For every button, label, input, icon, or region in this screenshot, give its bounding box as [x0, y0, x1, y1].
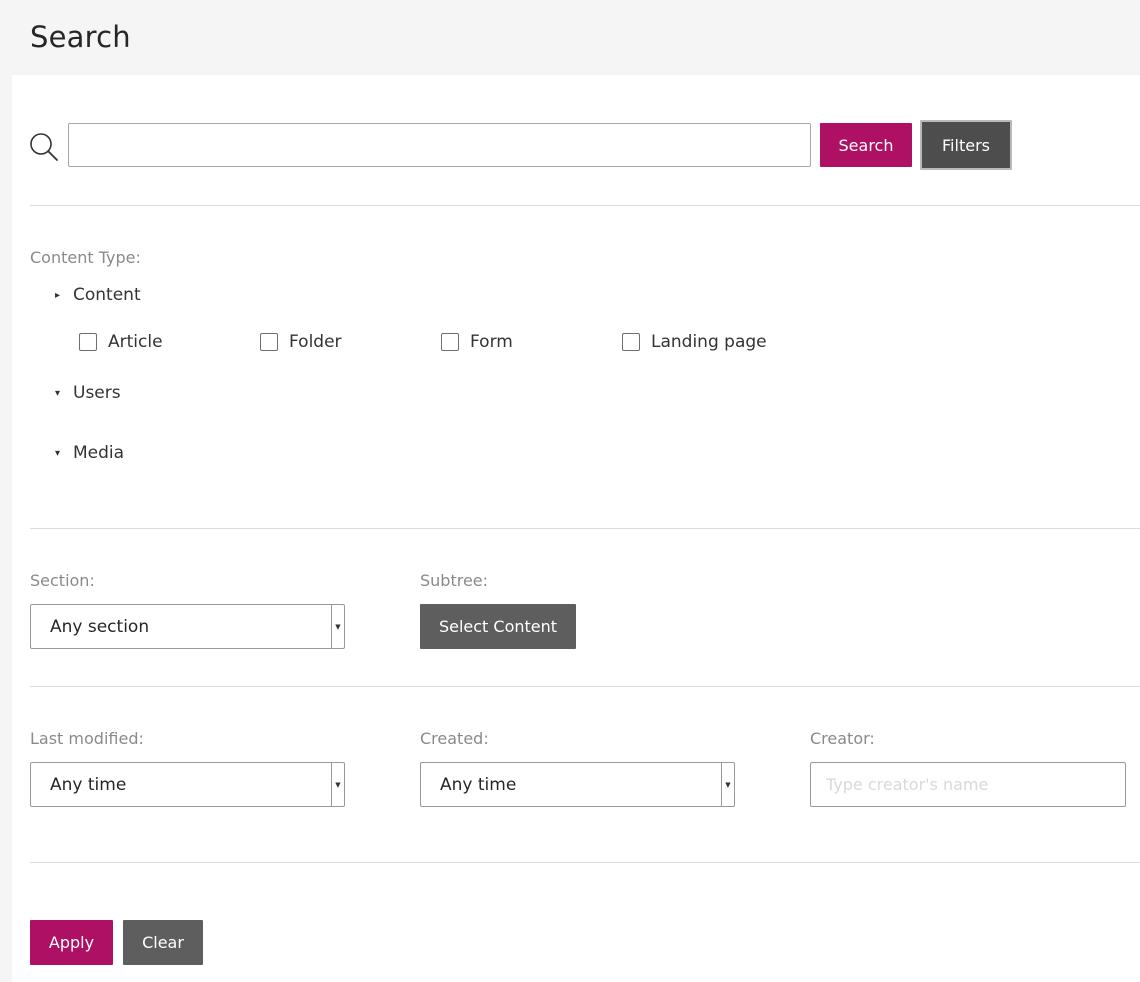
last-modified-select[interactable]: Any time ▼ [30, 762, 345, 807]
creator-input[interactable] [810, 762, 1126, 807]
checkbox-label: Landing page [651, 332, 767, 352]
search-input[interactable] [68, 123, 811, 167]
caret-down-icon[interactable]: ▼ [331, 763, 344, 806]
tree-item-label: Content [73, 285, 141, 305]
tree-item-label: Media [73, 443, 125, 463]
caret-down-icon[interactable]: ▼ [721, 763, 734, 806]
subtree-label: Subtree: [420, 571, 489, 590]
page-header: Search [0, 0, 1140, 75]
divider [30, 205, 1140, 206]
collapse-arrow-icon: ▾ [55, 447, 61, 459]
search-icon [29, 132, 59, 162]
section-select[interactable]: Any section ▼ [30, 604, 345, 649]
checkbox[interactable] [441, 333, 459, 351]
checkbox-label: Folder [289, 332, 342, 352]
caret-down-icon[interactable]: ▼ [331, 605, 344, 648]
tree-item-media[interactable]: ▾ Media [55, 443, 124, 463]
search-button[interactable]: Search [820, 123, 912, 167]
created-label: Created: [420, 729, 489, 748]
checkbox-article[interactable]: Article [79, 332, 163, 352]
select-value: Any time [440, 774, 517, 795]
last-modified-label: Last modified: [30, 729, 144, 748]
divider [30, 528, 1140, 529]
divider [30, 686, 1140, 687]
filters-button[interactable]: Filters [920, 120, 1012, 170]
page-title: Search [30, 20, 131, 54]
content-type-label: Content Type: [30, 248, 141, 267]
section-label: Section: [30, 571, 95, 590]
divider [30, 862, 1140, 863]
checkbox-folder[interactable]: Folder [260, 332, 342, 352]
creator-label: Creator: [810, 729, 875, 748]
checkbox[interactable] [260, 333, 278, 351]
checkbox[interactable] [79, 333, 97, 351]
select-value: Any time [50, 774, 127, 795]
checkbox-form[interactable]: Form [441, 332, 513, 352]
apply-button[interactable]: Apply [30, 920, 113, 965]
created-select[interactable]: Any time ▼ [420, 762, 735, 807]
checkbox-landing-page[interactable]: Landing page [622, 332, 767, 352]
select-content-button[interactable]: Select Content [420, 604, 576, 649]
select-value: Any section [50, 616, 150, 637]
checkbox-label: Form [470, 332, 513, 352]
tree-item-content[interactable]: ▸ Content [55, 285, 141, 305]
clear-button[interactable]: Clear [123, 920, 203, 965]
tree-item-label: Users [73, 383, 121, 403]
checkbox[interactable] [622, 333, 640, 351]
expand-arrow-icon: ▸ [55, 289, 61, 301]
tree-item-users[interactable]: ▾ Users [55, 383, 121, 403]
collapse-arrow-icon: ▾ [55, 387, 61, 399]
checkbox-label: Article [108, 332, 163, 352]
